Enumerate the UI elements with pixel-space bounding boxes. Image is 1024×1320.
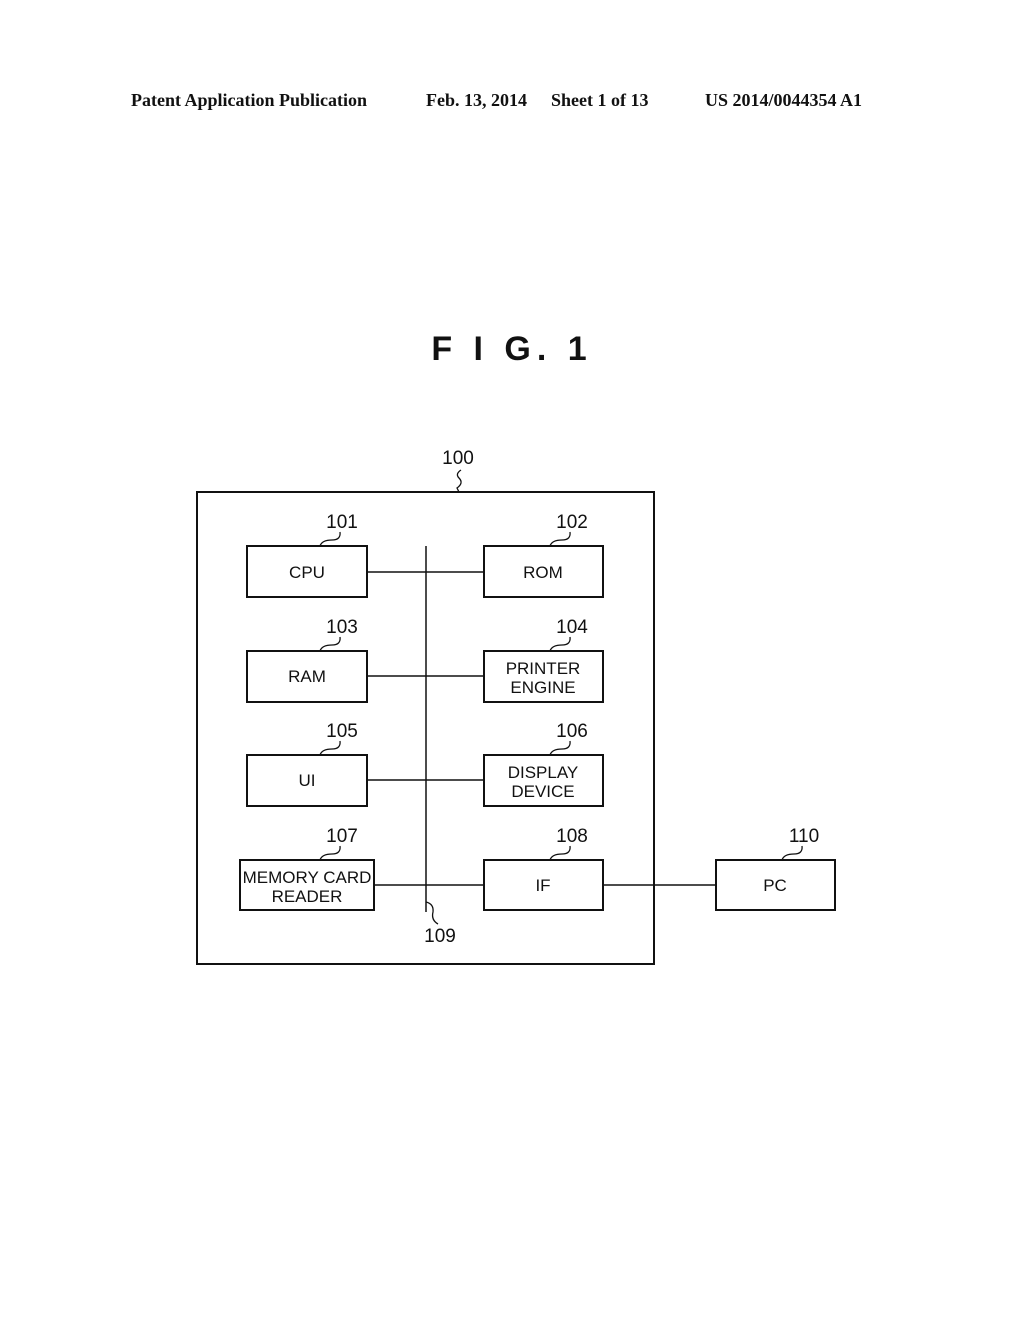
- block-label: ROM: [523, 563, 563, 582]
- block-pc: 110 PC: [715, 826, 836, 911]
- block-label-line-1: MEMORY CARD: [243, 868, 372, 887]
- block-ref: 102: [556, 512, 588, 533]
- block-diagram: 100 109 101 CPU 102 ROM 103 RAM 104 PRIN…: [196, 448, 836, 965]
- block-label: UI: [299, 771, 316, 790]
- bus-ref: 109: [424, 926, 456, 947]
- block-label-line-2: ENGINE: [510, 678, 575, 697]
- container-ref: 100: [442, 448, 474, 469]
- block-ref: 103: [326, 617, 358, 638]
- block-ref: 104: [556, 617, 588, 638]
- block-ref: 105: [326, 721, 358, 742]
- block-label: IF: [535, 876, 550, 895]
- block-ref: 107: [326, 826, 358, 847]
- block-label-line-1: DISPLAY: [508, 763, 579, 782]
- block-label: CPU: [289, 563, 325, 582]
- block-label-line-2: DEVICE: [511, 782, 574, 801]
- block-label: PC: [763, 876, 787, 895]
- block-label-line-1: PRINTER: [506, 659, 581, 678]
- block-label-line-2: READER: [272, 887, 343, 906]
- block-ref: 108: [556, 826, 588, 847]
- block-label: RAM: [288, 667, 326, 686]
- block-ref: 101: [326, 512, 358, 533]
- container-leader: [456, 469, 462, 493]
- block-ref: 106: [556, 721, 588, 742]
- block-ref: 110: [789, 826, 819, 847]
